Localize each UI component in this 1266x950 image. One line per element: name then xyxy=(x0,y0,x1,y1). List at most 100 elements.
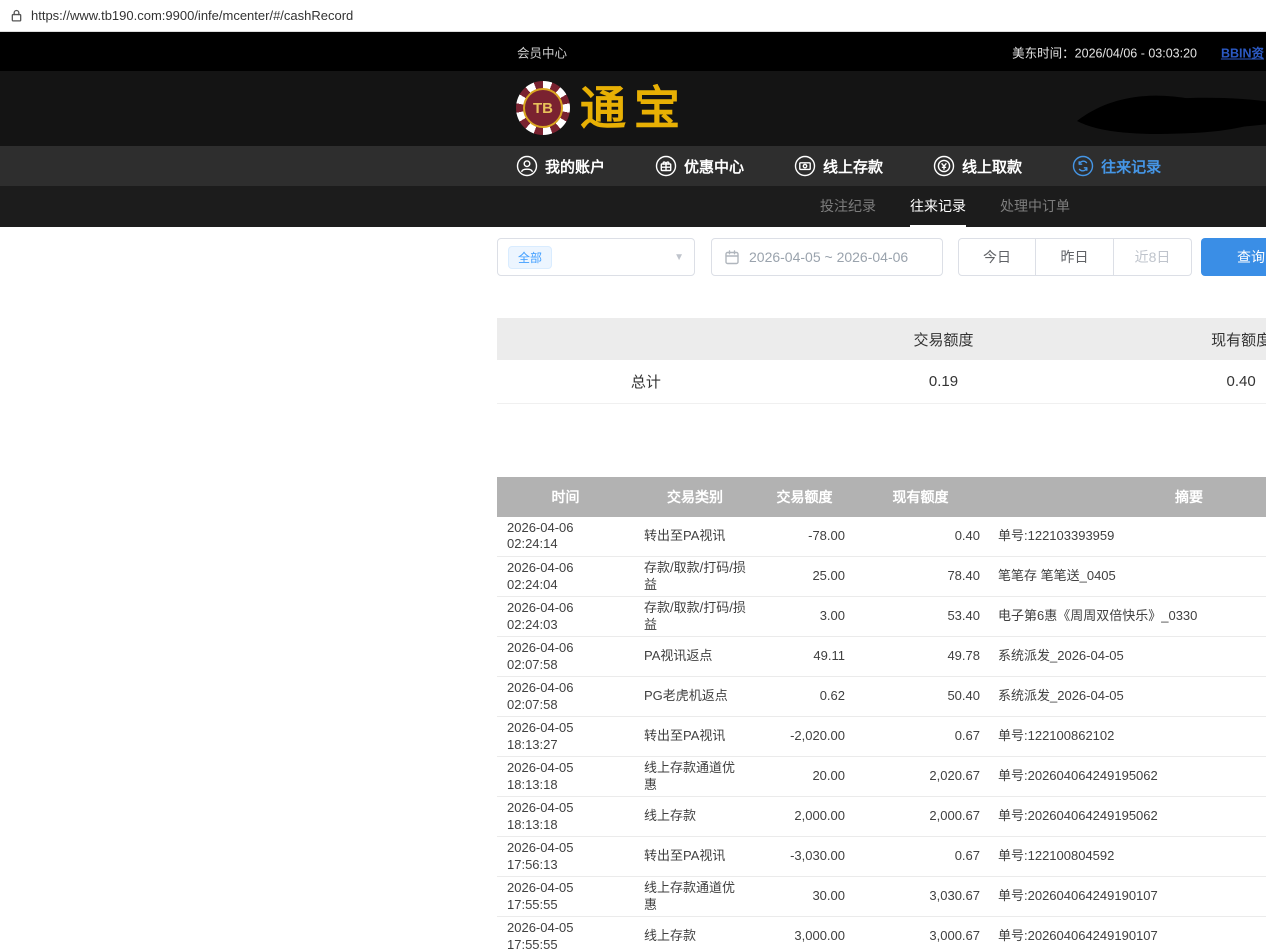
content-area: 全部 ▼ 2026-04-05 ~ 2026-04-06 今日昨日近8日 查询 … xyxy=(497,228,1266,950)
quick-range-button[interactable]: 近8日 xyxy=(1114,238,1192,276)
cell-balance: 78.40 xyxy=(853,557,988,597)
calendar-icon xyxy=(724,249,740,265)
subnav-item-1[interactable]: 投注纪录 xyxy=(820,186,876,227)
cell-category: 线上存款通道优惠 xyxy=(634,877,756,917)
cell-summary: 单号:202604064249190107 xyxy=(988,917,1266,950)
cell-category: 线上存款通道优惠 xyxy=(634,757,756,797)
site-logo[interactable]: TB 通宝 xyxy=(516,81,688,135)
quick-range-group: 今日昨日近8日 xyxy=(958,238,1192,276)
cell-time: 2026-04-05 17:56:13 xyxy=(497,837,634,877)
cell-summary: 笔笔存 笔笔送_0405 xyxy=(988,557,1266,597)
quick-range-button[interactable]: 昨日 xyxy=(1036,238,1114,276)
cell-time: 2026-04-06 02:07:58 xyxy=(497,677,634,717)
quick-range-button[interactable]: 今日 xyxy=(958,238,1036,276)
records-header-amount: 交易额度 xyxy=(756,477,853,517)
redaction-scribble xyxy=(1073,89,1266,141)
records-header-time: 时间 xyxy=(497,477,634,517)
summary-transaction-total: 0.19 xyxy=(795,360,1093,403)
record-icon xyxy=(1072,155,1094,177)
cell-time: 2026-04-06 02:24:04 xyxy=(497,557,634,597)
nav-item-label: 线上存款 xyxy=(823,156,883,177)
cell-amount: 20.00 xyxy=(756,757,853,797)
cell-amount: -78.00 xyxy=(756,517,853,557)
nav-item-user[interactable]: 我的账户 xyxy=(516,155,605,177)
table-row: 2026-04-06 02:24:14转出至PA视讯-78.000.40单号:1… xyxy=(497,517,1266,557)
records-table: 时间 交易类别 交易额度 现有额度 摘要 2026-04-06 02:24:14… xyxy=(497,477,1266,950)
nav-item-label: 线上取款 xyxy=(962,156,1022,177)
summary-header-transaction: 交易额度 xyxy=(795,318,1093,360)
date-range-input[interactable]: 2026-04-05 ~ 2026-04-06 xyxy=(711,238,943,276)
cell-balance: 0.40 xyxy=(853,517,988,557)
cell-balance: 50.40 xyxy=(853,677,988,717)
us-time-label: 美东时间：2026/04/06 - 03:03:20 xyxy=(1012,42,1197,61)
table-row: 2026-04-06 02:24:03存款/取款/打码/损益3.0053.40电… xyxy=(497,597,1266,637)
bbin-link[interactable]: BBIN资 xyxy=(1221,42,1264,61)
summary-header-balance: 现有额度 xyxy=(1092,318,1266,360)
cell-summary: 单号:122100804592 xyxy=(988,837,1266,877)
nav-item-label: 往来记录 xyxy=(1101,156,1161,177)
cell-category: 线上存款 xyxy=(634,797,756,837)
cell-summary: 单号:122103393959 xyxy=(988,517,1266,557)
records-header-balance: 现有额度 xyxy=(853,477,988,517)
user-icon xyxy=(516,155,538,177)
records-header-category: 交易类别 xyxy=(634,477,756,517)
cell-balance: 2,020.67 xyxy=(853,757,988,797)
cell-category: 线上存款 xyxy=(634,917,756,950)
cell-time: 2026-04-05 18:13:18 xyxy=(497,797,634,837)
cell-time: 2026-04-06 02:24:03 xyxy=(497,597,634,637)
cell-summary: 系统派发_2026-04-05 xyxy=(988,677,1266,717)
nav-item-withdraw[interactable]: 线上取款 xyxy=(933,155,1022,177)
cell-time: 2026-04-05 17:55:55 xyxy=(497,877,634,917)
cell-category: 转出至PA视讯 xyxy=(634,717,756,757)
table-row: 2026-04-05 17:56:13转出至PA视讯-3,030.000.67单… xyxy=(497,837,1266,877)
nav-item-deposit[interactable]: 线上存款 xyxy=(794,155,883,177)
search-button[interactable]: 查询 xyxy=(1201,238,1266,276)
cell-time: 2026-04-06 02:24:14 xyxy=(497,517,634,557)
summary-balance-total: 0.40 xyxy=(1092,360,1266,403)
cell-summary: 电子第6惠《周周双倍快乐》_0330 xyxy=(988,597,1266,637)
cell-balance: 0.67 xyxy=(853,717,988,757)
table-row: 2026-04-05 17:55:55线上存款通道优惠30.003,030.67… xyxy=(497,877,1266,917)
type-select-tag[interactable]: 全部 xyxy=(508,246,552,269)
records-table-body: 2026-04-06 02:24:14转出至PA视讯-78.000.40单号:1… xyxy=(497,517,1266,950)
cell-category: 存款/取款/打码/损益 xyxy=(634,597,756,637)
cell-balance: 0.67 xyxy=(853,837,988,877)
cell-category: 转出至PA视讯 xyxy=(634,837,756,877)
nav-item-record[interactable]: 往来记录 xyxy=(1072,155,1161,177)
summary-total-label: 总计 xyxy=(497,360,795,403)
table-row: 2026-04-05 18:13:27转出至PA视讯-2,020.000.67单… xyxy=(497,717,1266,757)
summary-table: 交易额度 现有额度 总计 0.19 0.40 xyxy=(497,318,1266,404)
chip-logo-text: TB xyxy=(523,88,563,128)
cell-amount: 25.00 xyxy=(756,557,853,597)
nav-item-gift[interactable]: 优惠中心 xyxy=(655,155,744,177)
filter-bar: 全部 ▼ 2026-04-05 ~ 2026-04-06 今日昨日近8日 查询 xyxy=(497,238,1266,276)
cell-balance: 49.78 xyxy=(853,637,988,677)
deposit-icon xyxy=(794,155,816,177)
cell-balance: 2,000.67 xyxy=(853,797,988,837)
cell-summary: 单号:202604064249195062 xyxy=(988,797,1266,837)
table-row: 2026-04-06 02:07:58PG老虎机返点0.6250.40系统派发_… xyxy=(497,677,1266,717)
member-center-link[interactable]: 会员中心 xyxy=(517,42,567,61)
table-row: 2026-04-05 18:13:18线上存款2,000.002,000.67单… xyxy=(497,797,1266,837)
cell-category: 存款/取款/打码/损益 xyxy=(634,557,756,597)
chevron-down-icon: ▼ xyxy=(674,252,684,263)
table-row: 2026-04-06 02:24:04存款/取款/打码/损益25.0078.40… xyxy=(497,557,1266,597)
cell-balance: 53.40 xyxy=(853,597,988,637)
browser-address-bar[interactable]: https://www.tb190.com:9900/infe/mcenter/… xyxy=(0,0,1266,32)
cell-category: 转出至PA视讯 xyxy=(634,517,756,557)
subnav-item-2[interactable]: 往来记录 xyxy=(910,186,966,227)
records-header-summary: 摘要 xyxy=(988,477,1266,517)
nav-item-label: 优惠中心 xyxy=(684,156,744,177)
cell-amount: 2,000.00 xyxy=(756,797,853,837)
brand-header: TB 通宝 xyxy=(0,71,1266,146)
chip-logo-icon: TB xyxy=(516,81,570,135)
cell-time: 2026-04-05 17:55:55 xyxy=(497,917,634,950)
logo-text: 通宝 xyxy=(580,85,688,131)
cell-amount: 3,000.00 xyxy=(756,917,853,950)
subnav-item-3[interactable]: 处理中订单 xyxy=(1000,186,1070,227)
nav-item-label: 我的账户 xyxy=(545,156,605,177)
cell-balance: 3,000.67 xyxy=(853,917,988,950)
type-select[interactable]: 全部 ▼ xyxy=(497,238,695,276)
cell-time: 2026-04-05 18:13:27 xyxy=(497,717,634,757)
date-range-value: 2026-04-05 ~ 2026-04-06 xyxy=(749,249,908,265)
